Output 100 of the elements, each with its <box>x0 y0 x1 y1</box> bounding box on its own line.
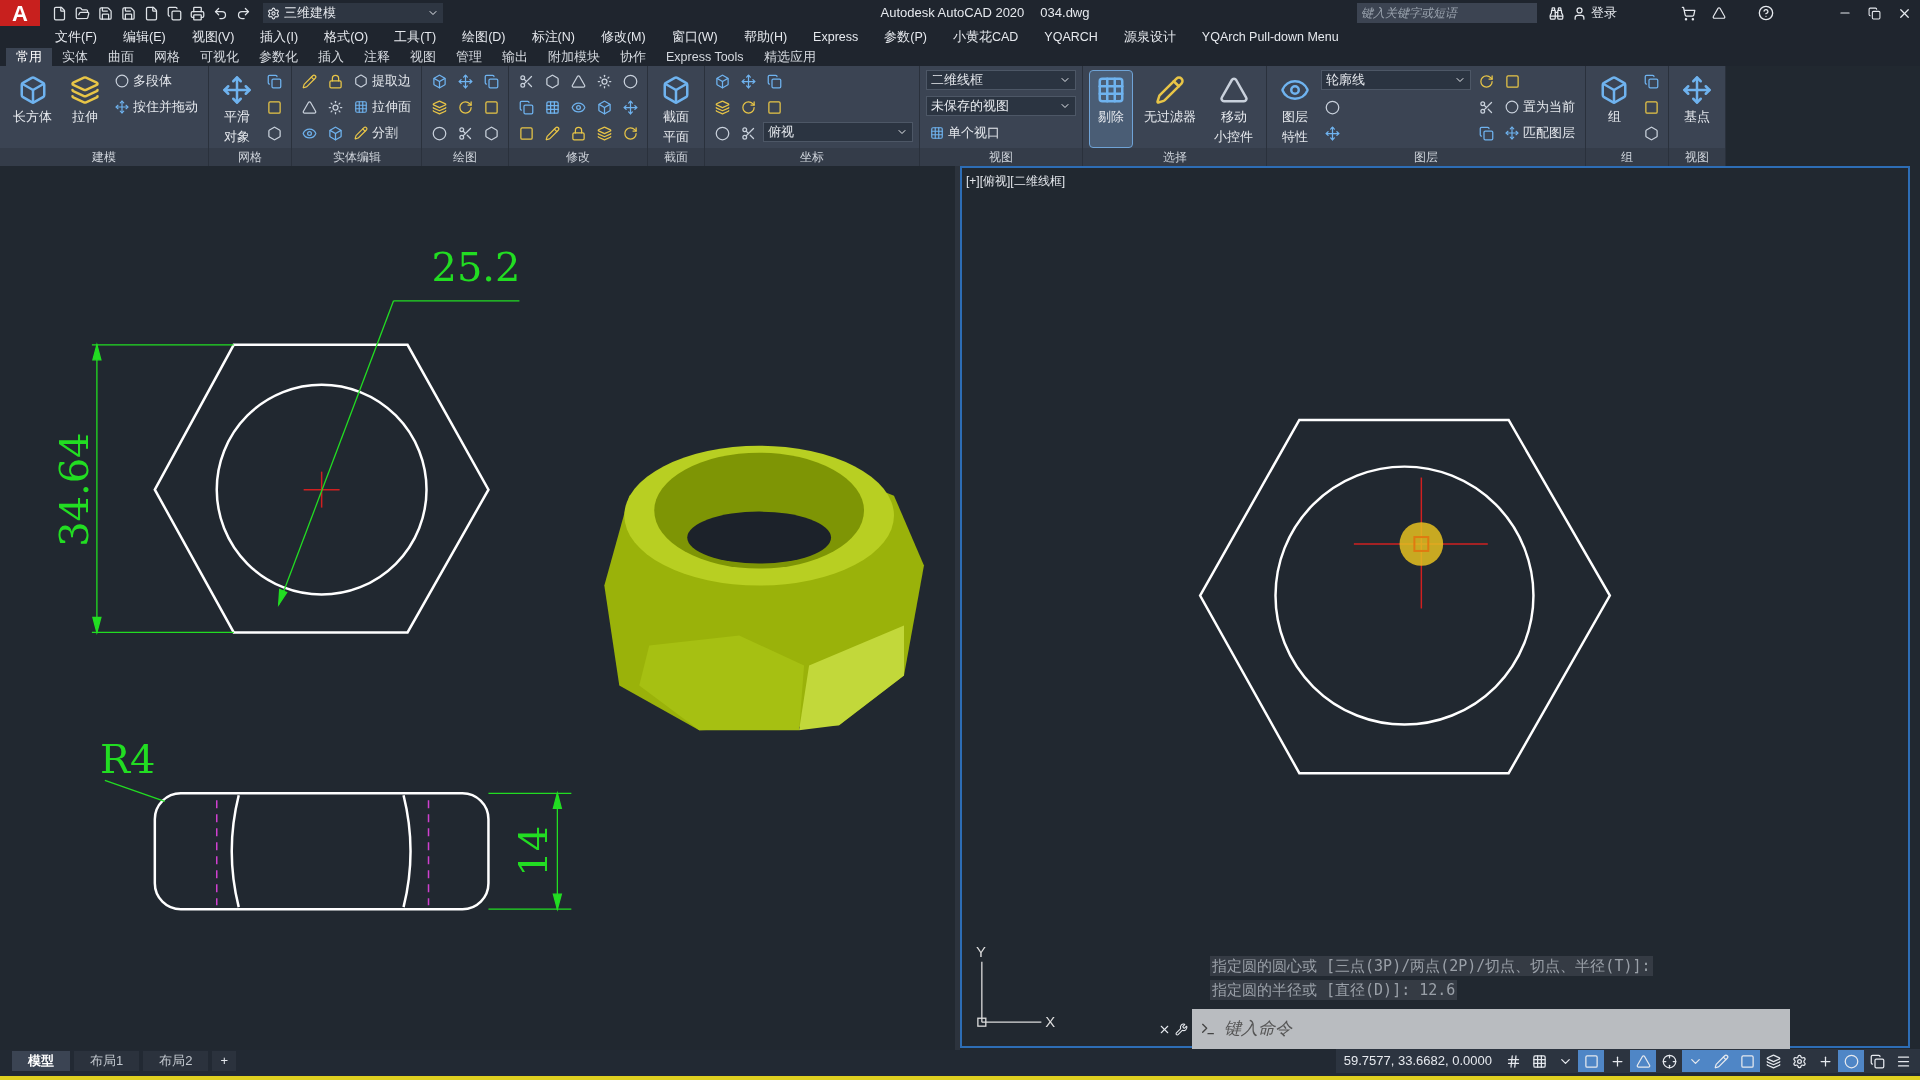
menu-item[interactable]: YQARCH <box>1044 27 1098 47</box>
folder-icon[interactable] <box>75 5 90 21</box>
panel-title[interactable]: 图层 <box>1267 148 1585 166</box>
ribbon-tab[interactable]: 实体 <box>52 48 98 66</box>
panel-title[interactable]: 实体编辑 <box>292 148 421 166</box>
panel-title[interactable]: 坐标 <box>705 148 919 166</box>
menu-item[interactable]: 工具(T) <box>394 27 437 47</box>
layout-tab[interactable]: 布局2 <box>143 1051 209 1071</box>
ribbon-large-button[interactable]: 截面 平面 <box>654 70 698 148</box>
ribbon-large-button[interactable]: 长方体 <box>6 70 59 148</box>
panel-title[interactable]: 组 <box>1586 148 1668 166</box>
menu-item[interactable]: 小黄花CAD <box>952 27 1019 47</box>
menu-item[interactable]: Express <box>813 27 859 47</box>
viewport-label[interactable]: [+][俯视][二维线框] <box>966 172 1065 190</box>
ribbon-tab[interactable]: 可视化 <box>190 48 249 66</box>
panel-title[interactable]: 截面 <box>648 148 704 166</box>
menu-item[interactable]: 修改(M) <box>600 27 646 47</box>
ribbon-large-button[interactable]: 剔除 <box>1089 70 1133 148</box>
cart-icon[interactable] <box>1681 5 1696 21</box>
save-as-icon[interactable] <box>121 5 136 21</box>
ribbon-button[interactable]: 多段体 <box>111 70 202 92</box>
status-toggle[interactable] <box>1630 1050 1656 1072</box>
panel-title[interactable]: 视图 <box>920 148 1082 166</box>
document-icon[interactable] <box>144 5 159 21</box>
triangle-icon[interactable] <box>1712 6 1726 20</box>
ribbon-tab[interactable]: 曲面 <box>98 48 144 66</box>
ribbon-dropdown[interactable]: 未保存的视图 <box>926 96 1076 116</box>
restore-icon[interactable] <box>1868 6 1881 20</box>
ribbon-tab[interactable]: 常用 <box>6 48 52 66</box>
ribbon-tab[interactable]: 协作 <box>610 48 656 66</box>
ribbon-button[interactable]: 分割 <box>350 122 415 144</box>
menu-item[interactable]: 窗口(W) <box>671 27 718 47</box>
binoculars-icon[interactable] <box>1549 5 1564 21</box>
panel-title[interactable]: 建模 <box>0 148 208 166</box>
ribbon-dropdown[interactable]: 轮廓线 <box>1321 70 1471 90</box>
panel-title[interactable]: 视图 <box>1669 148 1725 166</box>
ribbon-tab[interactable]: 参数化 <box>249 48 308 66</box>
sign-in-link[interactable]: 登录 <box>1591 3 1617 23</box>
command-bar[interactable]: 键入命令 <box>1192 1009 1790 1049</box>
status-toggle[interactable] <box>1734 1050 1760 1072</box>
ribbon-large-button[interactable]: 移动 小控件 <box>1207 70 1260 148</box>
ribbon-large-button[interactable]: 平滑 对象 <box>215 70 259 148</box>
workspace-dropdown[interactable]: 三维建模 <box>263 3 443 23</box>
ribbon-tab[interactable]: 插入 <box>308 48 354 66</box>
panel-title[interactable]: 网格 <box>209 148 291 166</box>
ribbon-tab[interactable]: 视图 <box>400 48 446 66</box>
status-toggle[interactable] <box>1682 1050 1708 1072</box>
menu-item[interactable]: 格式(O) <box>324 27 369 47</box>
menu-item[interactable]: 绘图(D) <box>462 27 506 47</box>
menu-item[interactable]: 帮助(H) <box>743 27 788 47</box>
ribbon-button[interactable]: 单个视口 <box>926 122 1076 144</box>
ribbon-tab[interactable]: 附加模块 <box>538 48 610 66</box>
terminal-icon[interactable] <box>1200 1021 1216 1037</box>
help-icon[interactable] <box>1758 5 1774 21</box>
ribbon-tab[interactable]: 精选应用 <box>753 48 826 66</box>
copy-icon[interactable] <box>167 5 182 21</box>
status-toggle[interactable] <box>1578 1050 1604 1072</box>
undo-icon[interactable] <box>213 5 228 21</box>
panel-title[interactable]: 修改 <box>509 148 647 166</box>
ribbon-tab[interactable]: 注释 <box>354 48 400 66</box>
menu-item[interactable]: 标注(N) <box>531 27 575 47</box>
ribbon-dropdown[interactable]: 二维线框 <box>926 70 1076 90</box>
search-field[interactable]: 键入关键字或短语 <box>1357 3 1537 23</box>
ribbon-tab[interactable]: 网格 <box>144 48 190 66</box>
viewport[interactable]: [+][俯视][二维线框] Y X 指定圆的圆心或 [三点(3P)/两点(2P)/切点、切点、半径(T)]: 指定圆的半径或 [直径(D)]: 12.6 键入命令 <box>960 166 1910 1048</box>
ribbon-button[interactable]: 匹配图层 <box>1501 122 1579 144</box>
ribbon-large-button[interactable]: 无过滤器 <box>1137 70 1203 148</box>
menu-item[interactable]: 文件(F) <box>55 27 97 47</box>
menu-item[interactable]: 源泉设计 <box>1123 27 1176 47</box>
add-layout-button[interactable]: + <box>212 1051 237 1071</box>
ribbon-tab[interactable]: 管理 <box>446 48 492 66</box>
wrench-icon[interactable] <box>1175 1022 1188 1036</box>
layout-tab[interactable]: 模型 <box>12 1051 70 1071</box>
ribbon-large-button[interactable]: 拉伸 <box>63 70 107 148</box>
menu-item[interactable]: YQArch Pull-down Menu <box>1201 27 1339 47</box>
panel-title[interactable]: 选择 <box>1083 148 1266 166</box>
ribbon-dropdown[interactable]: 俯视 <box>763 122 913 142</box>
status-toggle[interactable] <box>1838 1050 1864 1072</box>
new-file-icon[interactable] <box>52 5 67 21</box>
save-icon[interactable] <box>98 5 113 21</box>
ribbon-button[interactable]: 按住并拖动 <box>111 96 202 118</box>
menu-item[interactable]: 视图(V) <box>191 27 235 47</box>
panel-title[interactable]: 绘图 <box>422 148 508 166</box>
ribbon-button[interactable]: 提取边 <box>350 70 415 92</box>
menu-item[interactable]: 参数(P) <box>884 27 927 47</box>
command-input[interactable]: 键入命令 <box>1224 1016 1782 1042</box>
ribbon-button[interactable]: 置为当前 <box>1501 96 1579 118</box>
ribbon-large-button[interactable]: 基点 <box>1675 70 1719 148</box>
print-icon[interactable] <box>190 5 205 21</box>
user-icon[interactable] <box>1572 5 1587 21</box>
ribbon-tab[interactable]: Express Tools <box>656 48 754 66</box>
app-logo[interactable]: A <box>0 0 40 26</box>
ribbon-large-button[interactable]: 图层 特性 <box>1273 70 1317 148</box>
ribbon-tab[interactable]: 输出 <box>492 48 538 66</box>
ribbon-large-button[interactable]: 组 <box>1592 70 1636 148</box>
menu-item[interactable]: 插入(I) <box>260 27 299 47</box>
redo-icon[interactable] <box>236 5 251 21</box>
menu-item[interactable]: 编辑(E) <box>122 27 166 47</box>
ribbon-button[interactable]: 拉伸面 <box>350 96 415 118</box>
layout-tab[interactable]: 布局1 <box>74 1051 140 1071</box>
